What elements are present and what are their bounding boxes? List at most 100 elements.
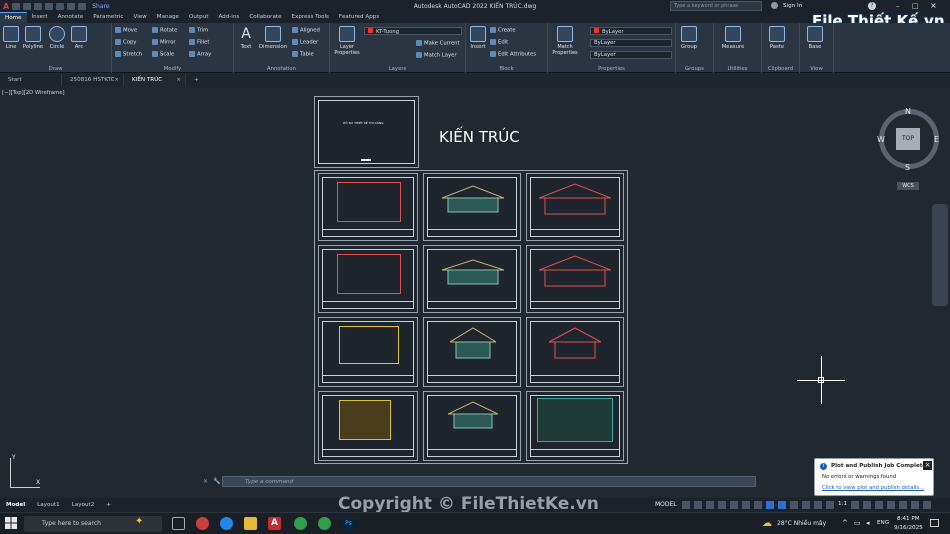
clock-time[interactable]: 8:41 PM (897, 516, 920, 522)
make-current-button[interactable]: Make Current (416, 40, 460, 47)
help-icon[interactable]: ? (868, 2, 876, 10)
navigation-bar[interactable] (932, 204, 948, 306)
object-snap-icon[interactable] (778, 501, 786, 509)
hardware-acceleration-icon[interactable] (899, 501, 908, 509)
tab-express-tools[interactable]: Express Tools (287, 12, 334, 23)
utilities-panel-title[interactable]: Utilities (714, 66, 761, 72)
leader-dropdown[interactable]: Leader (292, 39, 318, 46)
tab-parametric[interactable]: Parametric (88, 12, 128, 23)
text-button[interactable]: A Text (238, 26, 254, 50)
weather-text[interactable]: 28°C Nhiều mây (777, 520, 826, 527)
layer-dropdown[interactable]: KT-Tuong (364, 27, 462, 35)
tab-model[interactable]: Model (0, 502, 31, 508)
polar-toggle-icon[interactable] (742, 501, 750, 509)
viewcube-top[interactable]: TOP (896, 128, 920, 150)
autocad-icon[interactable]: A (268, 517, 281, 530)
infer-toggle-icon[interactable] (706, 501, 714, 509)
windows-start-icon[interactable] (5, 517, 17, 529)
lineweight-toggle-icon[interactable] (790, 501, 798, 509)
isodraft-icon[interactable] (754, 501, 762, 509)
close-tab-icon[interactable]: × (114, 77, 119, 83)
dimension-button[interactable]: Dimension (258, 26, 288, 50)
gear-icon[interactable] (851, 501, 860, 509)
modify-panel-title[interactable]: Modify (112, 66, 233, 72)
signin-link[interactable]: Sign In (783, 3, 802, 9)
viewcube-south[interactable]: S (905, 163, 910, 172)
annotation-scale-icon[interactable] (826, 501, 834, 509)
copy-button[interactable]: Copy (115, 39, 136, 46)
tab-annotate[interactable]: Annotate (53, 12, 89, 23)
close-notification-button[interactable]: × (923, 461, 932, 470)
clipboard-panel-title[interactable]: Clipboard (762, 66, 799, 72)
block-panel-title[interactable]: Block (466, 66, 547, 72)
tab-addins[interactable]: Add-ins (213, 12, 244, 23)
transparency-icon[interactable] (802, 501, 810, 509)
fillet-button[interactable]: Fillet (189, 39, 209, 46)
command-input[interactable]: Type a command (222, 476, 756, 487)
volume-icon[interactable]: ◂ (866, 519, 870, 527)
tab-home[interactable]: Home (0, 12, 27, 23)
polyline-button[interactable]: Polyline (22, 26, 44, 50)
view-panel-title[interactable]: View (800, 66, 833, 72)
selection-cycling-icon[interactable] (814, 501, 822, 509)
layers-panel-title[interactable]: Layers (330, 66, 465, 72)
ortho-toggle-icon[interactable] (730, 501, 738, 509)
scale-button[interactable]: Scale (152, 51, 174, 58)
arc-button[interactable]: Arc (70, 26, 88, 50)
maximize-button[interactable]: □ (912, 2, 919, 10)
viewcube-west[interactable]: W (877, 135, 885, 144)
rotate-button[interactable]: Rotate (152, 27, 177, 34)
draw-panel-title[interactable]: Draw (0, 66, 111, 72)
tray-overflow-icon[interactable]: ^ (842, 519, 848, 527)
viewport-controls[interactable]: [−][Top][2D Wireframe] (2, 90, 65, 96)
object-snap-tracking-icon[interactable] (766, 501, 774, 509)
chrome-icon[interactable] (294, 517, 307, 530)
notification-link[interactable]: Click to view plot and publish details..… (822, 485, 924, 491)
copilot-icon[interactable] (196, 517, 209, 530)
paste-button[interactable]: Paste (766, 26, 788, 50)
groups-panel-title[interactable]: Groups (676, 66, 713, 72)
close-command-icon[interactable]: × (203, 478, 208, 485)
group-button[interactable]: Group (679, 26, 699, 50)
tab-layout2[interactable]: Layout2 (66, 502, 101, 508)
edit-block-button[interactable]: Edit (490, 39, 508, 46)
insert-button[interactable]: Insert (469, 26, 487, 50)
circle-button[interactable]: Circle (47, 26, 67, 50)
tab-output[interactable]: Output (184, 12, 213, 23)
measure-button[interactable]: Measure (718, 26, 748, 50)
input-language[interactable]: ENG (877, 520, 889, 526)
table-button[interactable]: Table (292, 51, 314, 58)
dynamic-input-icon[interactable] (718, 501, 726, 509)
tab-collaborate[interactable]: Collaborate (244, 12, 286, 23)
scale-readout[interactable]: 1:1 (838, 501, 847, 510)
viewcube-east[interactable]: E (934, 135, 939, 144)
doc-tab-kien-truc[interactable]: KIẾN TRÚC × (124, 74, 186, 86)
match-layer-button[interactable]: Match Layer (416, 52, 457, 59)
close-button[interactable]: × (930, 1, 937, 10)
chrome-profile-icon[interactable] (318, 517, 331, 530)
create-block-button[interactable]: Create (490, 27, 516, 34)
clean-screen-icon[interactable] (911, 501, 920, 509)
search-input[interactable]: Type a keyword or phrase (670, 1, 762, 11)
mirror-button[interactable]: Mirror (152, 39, 176, 46)
add-layout-button[interactable]: + (100, 502, 117, 508)
notification-center-icon[interactable] (930, 519, 939, 527)
edge-icon[interactable] (220, 517, 233, 530)
lineweight-dropdown[interactable]: ByLayer (590, 51, 672, 59)
doc-tab-hstktc[interactable]: 250816 HSTKTC × (62, 74, 124, 86)
stretch-button[interactable]: Stretch (115, 51, 142, 58)
drawing-viewport[interactable]: [−][Top][2D Wireframe] HỒ SƠ THIẾT KẾ TH… (0, 86, 950, 498)
network-icon[interactable]: ▭ (854, 519, 861, 527)
plot-publish-notification[interactable]: i Plot and Publish Job Complete × No err… (814, 458, 934, 496)
file-explorer-icon[interactable] (244, 517, 257, 530)
line-button[interactable]: Line (2, 26, 20, 50)
tab-insert[interactable]: Insert (27, 12, 53, 23)
aligned-dropdown[interactable]: Aligned (292, 27, 320, 34)
base-button[interactable]: Base (804, 26, 826, 50)
move-button[interactable]: Move (115, 27, 137, 34)
color-dropdown[interactable]: ByLayer (590, 27, 672, 35)
new-tab-button[interactable]: + (186, 74, 202, 86)
plot-publish-icon[interactable] (887, 501, 896, 509)
viewcube-north[interactable]: N (905, 107, 911, 116)
photoshop-icon[interactable]: Ps (342, 517, 355, 530)
